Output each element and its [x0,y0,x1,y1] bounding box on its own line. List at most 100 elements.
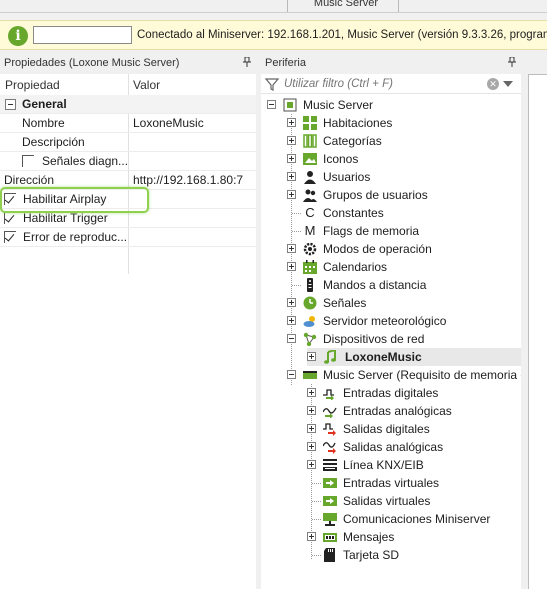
tree-item-entradas-analogicas[interactable]: Entradas analógicas [307,402,517,420]
tree-item-label: Salidas analógicas [343,440,444,454]
collapse-icon[interactable] [267,100,276,109]
collapse-icon[interactable] [5,99,16,110]
expand-icon[interactable] [307,442,316,451]
remote-icon [303,278,317,292]
property-name: Señales diagn... [42,154,129,168]
filter-icon [264,77,280,91]
expand-icon[interactable] [287,118,296,127]
tree-item-label: Modos de operación [323,242,432,256]
expand-icon[interactable] [287,316,296,325]
expand-icon[interactable] [307,388,316,397]
tree-item-entradas-digitales[interactable]: Entradas digitales [307,384,517,402]
memory-flag-icon: M [304,223,316,238]
expand-icon[interactable] [307,532,316,541]
property-group-general[interactable]: General [0,95,256,114]
property-row-nombre[interactable]: Nombre LoxoneMusic [0,114,256,133]
tree-item-mandos-distancia[interactable]: Mandos a distancia [287,276,517,294]
senales-diagnostico-checkbox[interactable] [22,155,34,167]
tree-item-categorias[interactable]: Categorías [287,132,517,150]
expand-icon[interactable] [287,298,296,307]
tree-item-flags-memoria[interactable]: M Flags de memoria [287,222,517,240]
tree-connector [292,285,301,286]
column-header-value[interactable]: Valor [128,74,256,96]
tab-music-server[interactable]: Music Server [296,0,396,9]
tree-item-mensajes[interactable]: Mensajes [307,528,517,546]
tree-item-loxonemusic[interactable]: LoxoneMusic [307,348,521,366]
tree-item-label: Entradas digitales [343,386,439,400]
property-value[interactable]: http://192.168.1.80:7 [133,171,243,190]
tree-item-calendarios[interactable]: Calendarios [287,258,517,276]
tree-item-label: Entradas analógicas [343,404,452,418]
pin-icon[interactable] [508,56,516,70]
analog-input-icon [322,404,337,419]
tree-item-salidas-virtuales[interactable]: Salidas virtuales [307,492,517,510]
habilitar-trigger-checkbox[interactable] [4,212,16,224]
peripheral-pane-title: Periferia [265,57,306,69]
tree-connector [312,555,321,556]
expand-icon[interactable] [287,244,296,253]
property-value[interactable]: LoxoneMusic [133,114,204,133]
tree-item-senales[interactable]: Señales [287,294,517,312]
clear-filter-icon[interactable]: ✕ [487,78,499,90]
expand-icon[interactable] [287,154,296,163]
peripheral-tree: Music Server Habitaciones Categorías Ico… [261,74,521,589]
tree-item-label: Constantes [323,206,384,220]
tree-item-modos-operacion[interactable]: Modos de operación [287,240,517,258]
expand-icon[interactable] [287,136,296,145]
categories-icon [303,134,317,148]
tree-item-usuarios[interactable]: Usuarios [287,168,517,186]
rooms-icon [303,116,317,130]
tree-item-constantes[interactable]: C Constantes [287,204,517,222]
tree-item-iconos[interactable]: Iconos [287,150,517,168]
tree-item-label: Music Server [303,98,374,112]
tree-item-grupos-usuarios[interactable]: Grupos de usuarios [287,186,517,204]
tree-item-salidas-analogicas[interactable]: Salidas analógicas [307,438,517,456]
tree-item-tarjeta-sd[interactable]: Tarjeta SD [307,546,517,564]
collapse-icon[interactable] [287,334,296,343]
tree-item-music-server[interactable]: Music Server [267,96,517,114]
tree-connector [292,213,301,214]
tree-item-habitaciones[interactable]: Habitaciones [287,114,517,132]
property-row-descripcion[interactable]: Descripción [0,133,256,152]
tree-item-label: Salidas digitales [343,422,430,436]
info-input-field[interactable] [33,26,132,44]
expand-icon[interactable] [287,190,296,199]
expand-icon[interactable] [307,460,316,469]
tab-separator [287,0,288,12]
gear-icon [303,242,317,256]
column-header-property[interactable]: Propiedad [0,74,128,96]
collapse-icon[interactable] [287,370,296,379]
property-row-senales-diagnostico[interactable]: Señales diagn... [0,152,256,171]
filter-bar: ✕ [261,74,521,94]
tree-item-salidas-digitales[interactable]: Salidas digitales [307,420,517,438]
tree-item-label: Tarjeta SD [343,548,400,562]
tree-item-linea-knx[interactable]: Línea KNX/EIB [307,456,517,474]
highlight-frame [0,187,149,213]
error-reproduccion-checkbox[interactable] [4,231,16,243]
expand-icon[interactable] [307,352,316,361]
tree-item-dispositivos-red[interactable]: Dispositivos de red [287,330,517,348]
expand-icon[interactable] [287,262,296,271]
chevron-down-icon[interactable] [503,81,513,87]
property-row-error-reproduccion[interactable]: Error de reproduc... [0,228,256,247]
tree-item-comunicaciones-miniserver[interactable]: Comunicaciones Miniserver [307,510,517,528]
tree-connector [312,483,321,484]
tree-item-label: Grupos de usuarios [323,188,428,202]
tree-item-label: Usuarios [323,170,371,184]
property-name: Error de reproduc... [23,230,128,244]
expand-icon[interactable] [287,172,296,181]
tree-item-music-server-device[interactable]: Music Server (Requisito de memoria c [287,366,521,384]
tree-item-label: Dispositivos de red [323,332,425,346]
properties-grid: Propiedad Valor General Nombre LoxoneMus… [0,74,256,589]
tree-item-label: Iconos [323,152,359,166]
tree-item-label: LoxoneMusic [345,350,422,364]
tree-item-label: Entradas virtuales [343,476,440,490]
digital-input-icon [323,386,337,401]
expand-icon[interactable] [307,424,316,433]
tree-item-entradas-virtuales[interactable]: Entradas virtuales [307,474,517,492]
tree-item-servidor-meteorologico[interactable]: Servidor meteorológico [287,312,517,330]
pin-icon[interactable] [243,56,251,70]
analog-output-icon [322,440,337,454]
filter-input[interactable] [282,76,482,92]
expand-icon[interactable] [307,406,316,415]
